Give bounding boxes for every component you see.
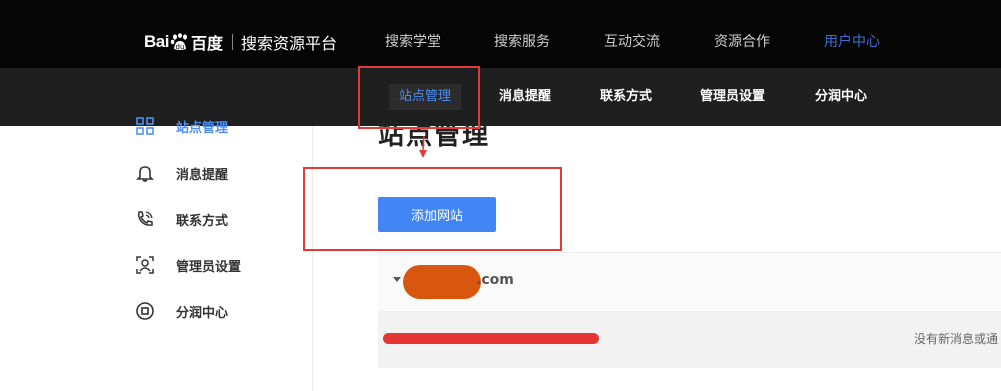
admin-icon bbox=[136, 256, 154, 274]
sidebar-item-label: 消息提醒 bbox=[176, 167, 229, 183]
sidebar-item-contact[interactable]: 联系方式 bbox=[135, 208, 228, 230]
sidebar-item-admin-settings[interactable]: 管理员设置 bbox=[135, 254, 241, 276]
subnav-profit-center[interactable]: 分润中心 bbox=[815, 84, 867, 110]
caret-down-icon[interactable] bbox=[393, 277, 401, 282]
sidebar-item-profit-center[interactable]: 分润中心 bbox=[135, 300, 228, 322]
sidebar-item-label: 管理员设置 bbox=[176, 259, 242, 275]
sidebar-item-site-management[interactable]: 站点管理 bbox=[135, 115, 228, 137]
annotation-box-add-site bbox=[303, 167, 562, 251]
topnav-interaction[interactable]: 互动交流 bbox=[604, 30, 660, 54]
annotation-arrow-icon bbox=[419, 136, 427, 158]
topnav-resource-coop[interactable]: 资源合作 bbox=[714, 30, 770, 54]
site-domain: .com bbox=[476, 272, 514, 288]
platform-title: 搜索资源平台 bbox=[240, 34, 337, 53]
sidebar-item-label: 分润中心 bbox=[176, 305, 229, 321]
annotation-box-subnav bbox=[358, 66, 480, 129]
site-row[interactable]: .com bbox=[378, 252, 1001, 312]
sidebar-item-message-reminder[interactable]: 消息提醒 bbox=[135, 162, 228, 184]
logo-divider bbox=[231, 34, 233, 50]
redaction-scribble bbox=[383, 333, 599, 344]
topnav-search-service[interactable]: 搜索服务 bbox=[494, 30, 550, 54]
subnav-admin-settings[interactable]: 管理员设置 bbox=[700, 84, 765, 110]
share-icon bbox=[136, 302, 154, 320]
redaction-blur bbox=[403, 265, 481, 299]
topnav-search-school[interactable]: 搜索学堂 bbox=[385, 30, 441, 54]
baidu-logo[interactable]: Bai du 百度 搜索资源平台 bbox=[144, 30, 337, 54]
sidebar-item-label: 联系方式 bbox=[176, 213, 229, 229]
topnav-user-center[interactable]: 用户中心 bbox=[824, 30, 880, 54]
logo-du-text: 百度 bbox=[190, 34, 223, 53]
paw-icon: du bbox=[170, 33, 187, 51]
grid-icon bbox=[136, 117, 154, 135]
bell-icon bbox=[136, 166, 154, 182]
status-text: 没有新消息或通 bbox=[914, 332, 999, 346]
svg-text:du: du bbox=[176, 43, 185, 51]
phone-icon bbox=[138, 211, 153, 226]
site-status-row: 没有新消息或通 bbox=[378, 311, 1001, 368]
subnav-message-reminder[interactable]: 消息提醒 bbox=[499, 84, 551, 110]
logo-bai-text: Bai bbox=[144, 32, 169, 51]
subnav-contact[interactable]: 联系方式 bbox=[600, 84, 652, 110]
sidebar-item-label: 站点管理 bbox=[176, 120, 229, 136]
